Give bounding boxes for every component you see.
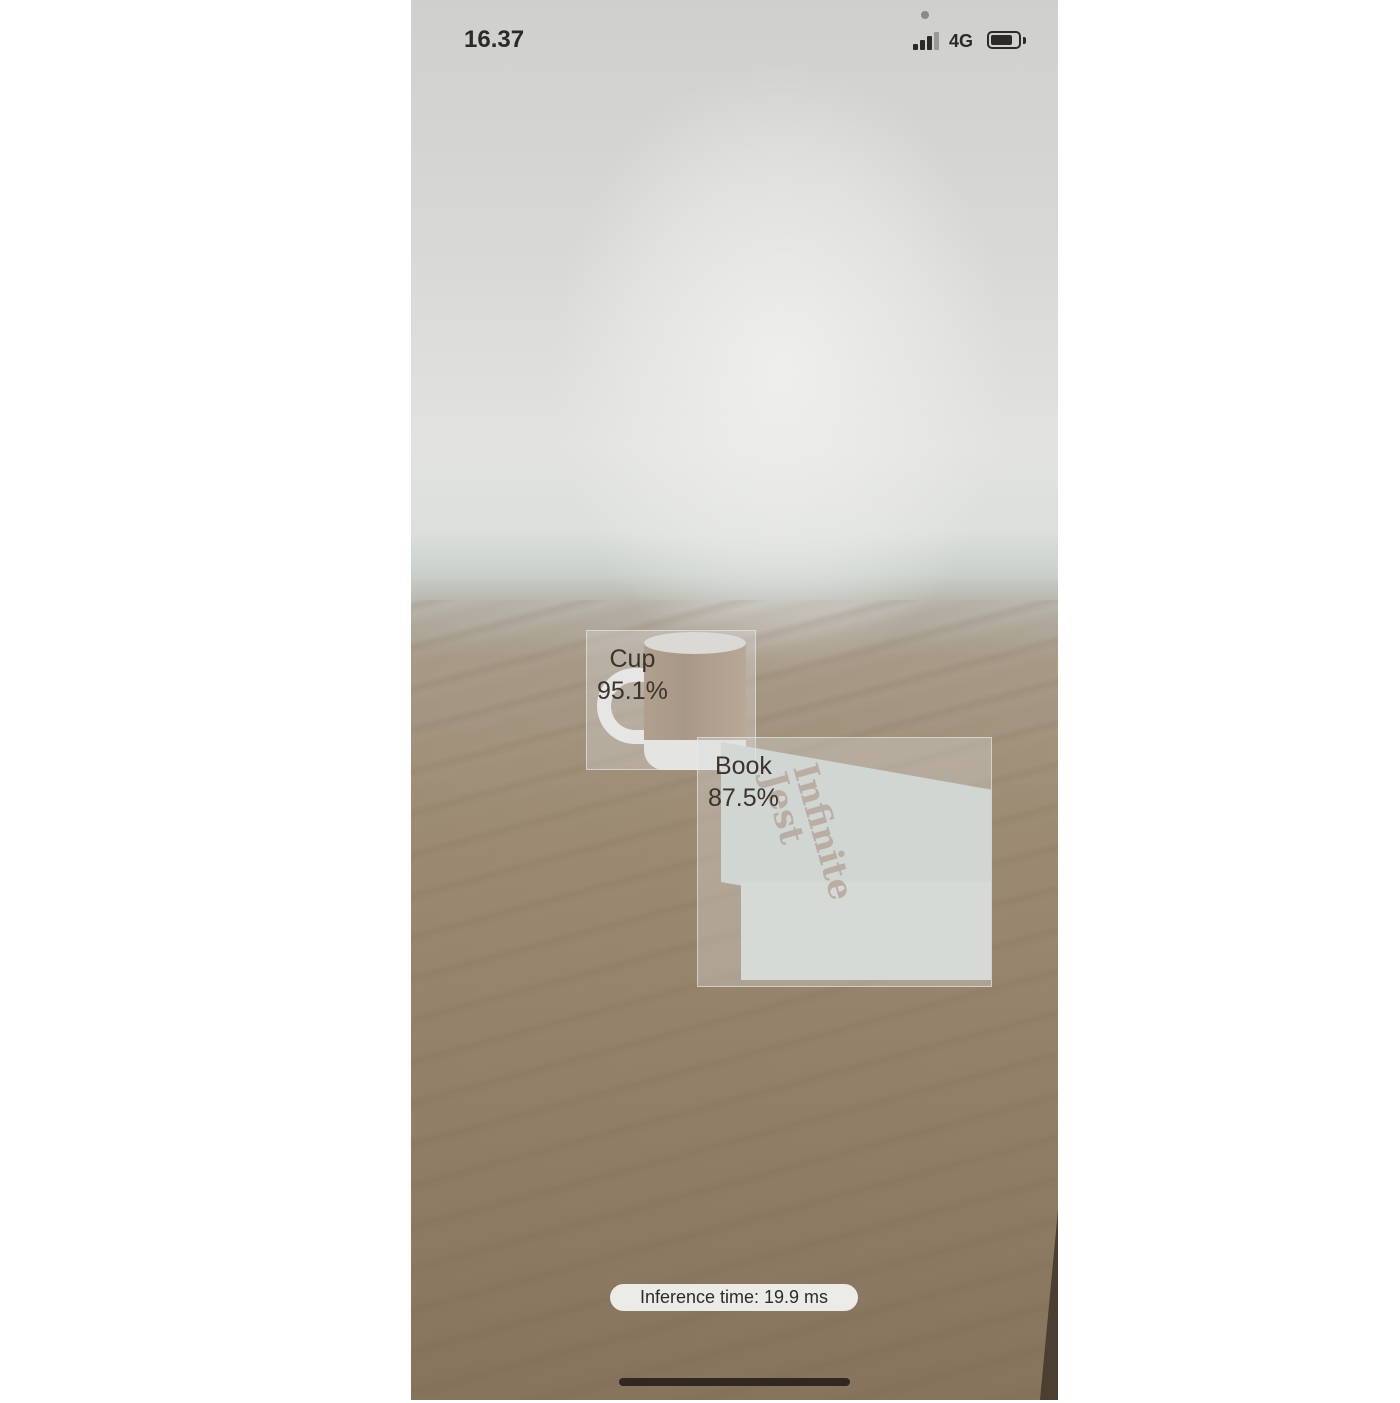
home-indicator[interactable] xyxy=(619,1378,850,1386)
wall-glow xyxy=(551,60,1011,680)
detection-class: Book xyxy=(714,752,772,780)
camera-indicator-dot xyxy=(921,11,929,19)
inference-time-badge: Inference time: 19.9 ms xyxy=(610,1284,858,1311)
status-bar: 16.37 4G xyxy=(411,0,1058,84)
detection-box-book: Book 87.5% xyxy=(697,737,992,987)
battery-icon xyxy=(987,31,1021,49)
battery-cap xyxy=(1023,37,1026,44)
detection-label: Book 87.5% xyxy=(708,750,779,814)
detection-class: Cup xyxy=(609,645,656,673)
detection-confidence: 95.1% xyxy=(597,677,668,705)
camera-preview: Infinite Jest Cup 95.1% Book 87.5% 16.37… xyxy=(411,0,1058,1400)
signal-bars-icon xyxy=(913,32,941,50)
table-edge xyxy=(1040,1210,1058,1400)
status-time: 16.37 xyxy=(464,26,525,53)
detection-label: Cup 95.1% xyxy=(597,643,668,707)
detection-confidence: 87.5% xyxy=(708,784,779,812)
network-type: 4G xyxy=(949,31,974,51)
